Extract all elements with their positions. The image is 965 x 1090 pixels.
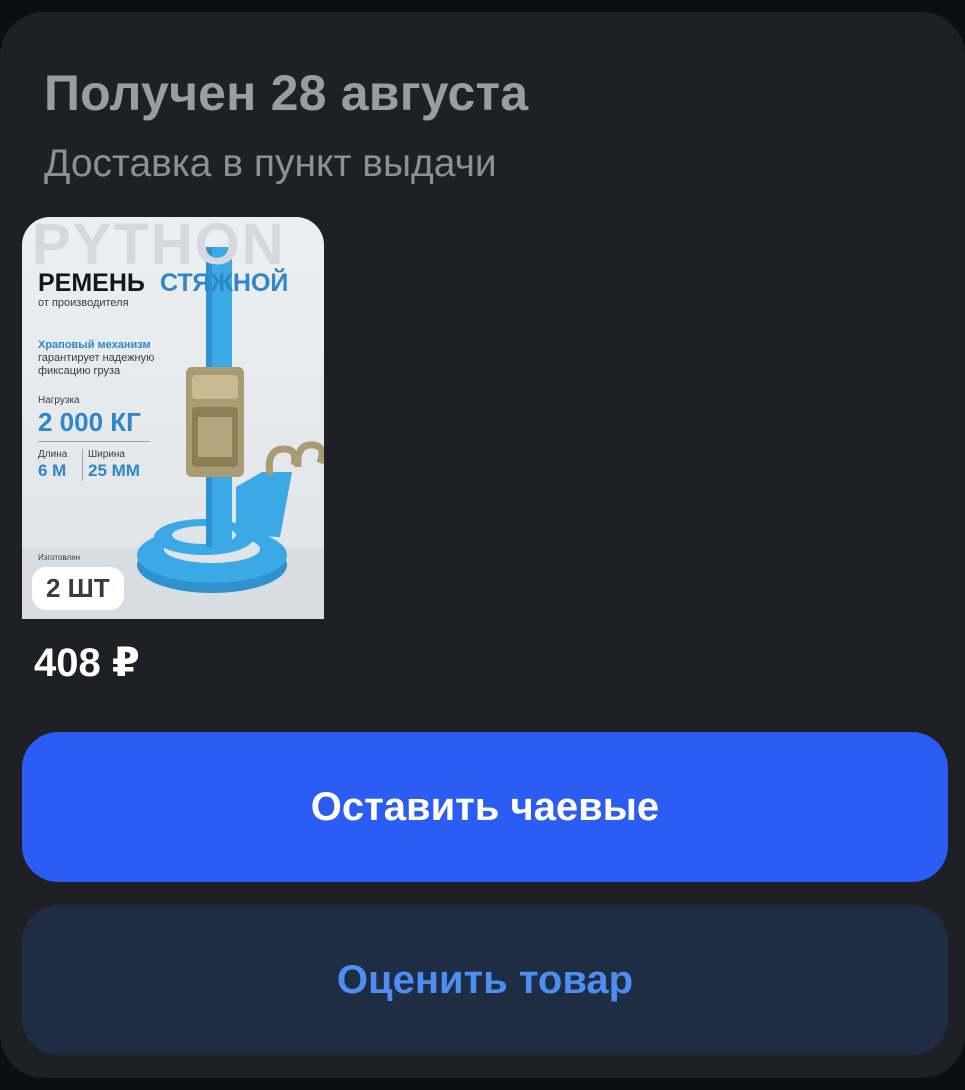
image-mechanism-line2: фиксацию груза [38, 365, 121, 377]
image-made-label: Изготовлен [38, 553, 81, 562]
image-load-value: 2 000 КГ [38, 407, 141, 437]
image-length-value: 6 М [38, 461, 67, 480]
rate-product-button[interactable]: Оценить товар [22, 905, 948, 1055]
quantity-badge: 2 ШТ [32, 567, 124, 610]
image-width-label: Ширина [88, 449, 125, 460]
image-heading-part2: СТЯЖНОЙ [160, 269, 289, 297]
product-image[interactable]: PYTHON РЕМЕНЬ СТЯЖНОЙ от производителя Х… [22, 217, 324, 619]
order-status-title: Получен 28 августа [44, 65, 529, 121]
image-length-label: Длина [38, 449, 68, 460]
image-load-label: Нагрузка [38, 395, 80, 406]
image-width-value: 25 ММ [88, 461, 140, 480]
image-mechanism-line1: гарантирует надежную [38, 352, 155, 364]
product-price: 408 ₽ [34, 641, 140, 685]
image-heading-part1: РЕМЕНЬ [38, 269, 145, 297]
leave-tip-button[interactable]: Оставить чаевые [22, 732, 948, 882]
image-divider [38, 441, 150, 442]
order-card: Получен 28 августа Доставка в пункт выда… [0, 12, 965, 1078]
delivery-method-subtitle: Доставка в пункт выдачи [44, 142, 497, 185]
image-mechanism-title: Храповый механизм [38, 339, 151, 351]
image-vertical-divider [82, 449, 83, 481]
image-from-manufacturer: от производителя [38, 297, 129, 309]
